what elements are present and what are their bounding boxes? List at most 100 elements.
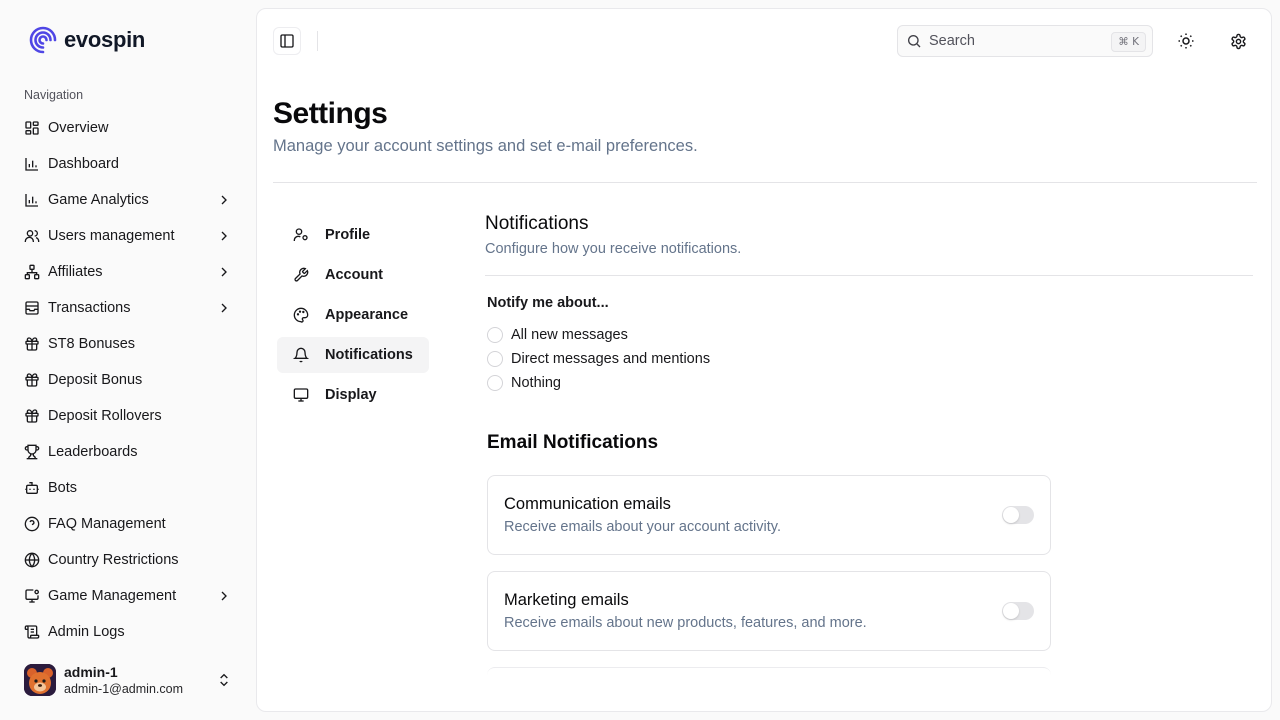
chevron-right-icon (216, 192, 232, 208)
chevron-right-icon (216, 228, 232, 244)
archive-icon (24, 300, 40, 316)
monitor-settings-icon (24, 588, 40, 604)
sidebar-item-users-management[interactable]: Users management (16, 218, 240, 254)
main-panel: Search ⌘ K Settings Manage your account … (256, 8, 1272, 712)
sidebar: evospin Navigation Overview Dashboard Ga… (0, 0, 256, 720)
bar-chart-icon (24, 192, 40, 208)
user-email: admin-1@admin.com (64, 681, 183, 696)
sidebar-item-dashboard[interactable]: Dashboard (16, 146, 240, 182)
brand-logo[interactable]: evospin (28, 25, 145, 55)
divider (317, 31, 318, 51)
settings-nav: Profile Account Appearance Notifications… (277, 217, 429, 417)
sidebar-item-label: Bots (48, 480, 78, 496)
sidebar-item-label: Users management (48, 228, 175, 244)
sidebar-item-overview[interactable]: Overview (16, 110, 240, 146)
radio-option-all[interactable]: All new messages (487, 323, 710, 347)
email-section-title: Email Notifications (487, 432, 659, 453)
sidebar-item-game-analytics[interactable]: Game Analytics (16, 182, 240, 218)
spiral-logo-icon (28, 25, 58, 55)
trophy-icon (24, 444, 40, 460)
settings-tab-label: Profile (325, 227, 371, 243)
sidebar-item-game-management[interactable]: Game Management (16, 578, 240, 614)
sidebar-item-leaderboards[interactable]: Leaderboards (16, 434, 240, 470)
toggle-knob (1003, 603, 1019, 619)
settings-tab-account[interactable]: Account (277, 257, 429, 293)
wrench-icon (293, 267, 309, 283)
divider (485, 275, 1253, 276)
gift-icon (24, 336, 40, 352)
marketing-emails-toggle[interactable] (1002, 602, 1034, 620)
sidebar-item-label: FAQ Management (48, 516, 166, 532)
communication-emails-toggle[interactable] (1002, 506, 1034, 524)
section-title: Notifications (485, 213, 589, 234)
layout-grid-icon (24, 120, 40, 136)
settings-tab-profile[interactable]: Profile (277, 217, 429, 253)
card-title: Marketing emails (504, 591, 629, 609)
sidebar-item-label: ST8 Bonuses (48, 336, 136, 352)
panel-left-icon (279, 33, 295, 49)
theme-toggle-button[interactable] (1170, 25, 1202, 57)
sidebar-nav: Overview Dashboard Game Analytics Users … (16, 110, 240, 650)
sidebar-item-st8-bonuses[interactable]: ST8 Bonuses (16, 326, 240, 362)
radio-button[interactable] (487, 327, 503, 343)
users-icon (24, 228, 40, 244)
radio-button[interactable] (487, 351, 503, 367)
settings-button[interactable] (1222, 25, 1254, 57)
user-cog-icon (293, 227, 309, 243)
divider (273, 182, 1257, 183)
scroll-icon (24, 624, 40, 640)
sidebar-item-label: Game Analytics (48, 192, 149, 208)
settings-tab-label: Appearance (325, 307, 409, 323)
chevron-right-icon (216, 300, 232, 316)
sidebar-item-affiliates[interactable]: Affiliates (16, 254, 240, 290)
settings-tab-appearance[interactable]: Appearance (277, 297, 429, 333)
radio-label: All new messages (511, 327, 628, 343)
help-circle-icon (24, 516, 40, 532)
sidebar-item-deposit-bonus[interactable]: Deposit Bonus (16, 362, 240, 398)
notify-radio-group: All new messages Direct messages and men… (487, 323, 710, 395)
bell-icon (293, 347, 309, 363)
sidebar-item-label: Dashboard (48, 156, 119, 172)
notify-label: Notify me about... (487, 295, 609, 311)
sidebar-item-label: Deposit Rollovers (48, 408, 162, 424)
settings-tab-label: Account (325, 267, 383, 283)
settings-tab-display[interactable]: Display (277, 377, 429, 413)
radio-option-nothing[interactable]: Nothing (487, 371, 710, 395)
notifications-panel: Notifications Configure how you receive … (485, 213, 1253, 668)
radio-option-mentions[interactable]: Direct messages and mentions (487, 347, 710, 371)
sidebar-item-label: Overview (48, 120, 109, 136)
gift-icon (24, 408, 40, 424)
next-card-edge (487, 667, 1051, 697)
globe-icon (24, 552, 40, 568)
sidebar-item-label: Game Management (48, 588, 177, 604)
sidebar-item-label: Transactions (48, 300, 131, 316)
user-menu[interactable]: admin-1 admin-1@admin.com (16, 656, 240, 704)
sidebar-item-label: Affiliates (48, 264, 103, 280)
toggle-knob (1003, 507, 1019, 523)
search-placeholder: Search (929, 33, 975, 49)
search-input[interactable]: Search ⌘ K (897, 25, 1153, 57)
sidebar-toggle-button[interactable] (273, 27, 301, 55)
marketing-emails-card: Marketing emails Receive emails about ne… (487, 571, 1051, 651)
radio-button[interactable] (487, 375, 503, 391)
sidebar-item-faq-management[interactable]: FAQ Management (16, 506, 240, 542)
chevron-right-icon (216, 264, 232, 280)
sidebar-item-bots[interactable]: Bots (16, 470, 240, 506)
settings-tab-label: Display (325, 387, 377, 403)
chevron-right-icon (216, 588, 232, 604)
monitor-icon (293, 387, 309, 403)
sidebar-item-admin-logs[interactable]: Admin Logs (16, 614, 240, 650)
sidebar-item-label: Deposit Bonus (48, 372, 143, 388)
sidebar-item-country-restrictions[interactable]: Country Restrictions (16, 542, 240, 578)
chevrons-up-down-icon (216, 672, 232, 688)
sidebar-item-label: Leaderboards (48, 444, 138, 460)
gear-icon (1230, 33, 1247, 50)
card-description: Receive emails about new products, featu… (504, 615, 867, 631)
sidebar-item-deposit-rollovers[interactable]: Deposit Rollovers (16, 398, 240, 434)
settings-tab-notifications[interactable]: Notifications (277, 337, 429, 373)
communication-emails-card: Communication emails Receive emails abou… (487, 475, 1051, 555)
sidebar-item-transactions[interactable]: Transactions (16, 290, 240, 326)
radio-label: Direct messages and mentions (511, 351, 711, 367)
network-icon (24, 264, 40, 280)
page-title: Settings (273, 97, 388, 130)
